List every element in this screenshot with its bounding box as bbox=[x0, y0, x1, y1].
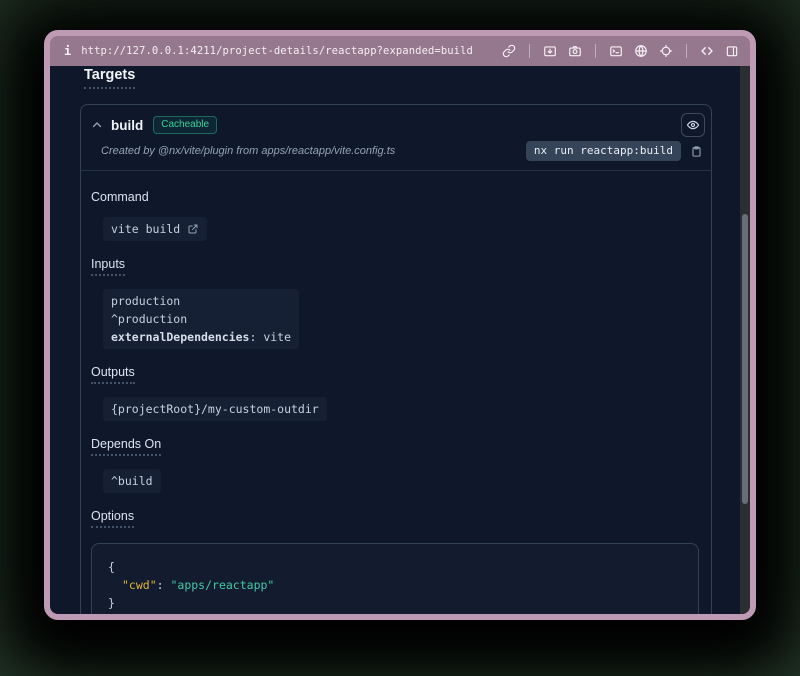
outputs-section: Outputs {projectRoot}/my-custom-outdir bbox=[91, 363, 699, 421]
cacheable-badge: Cacheable bbox=[153, 116, 217, 134]
json-value-cwd: "apps/reactapp" bbox=[170, 578, 274, 592]
created-by-row: Created by @nx/vite/plugin from apps/rea… bbox=[81, 137, 711, 171]
options-section: Options { "cwd": "apps/reactapp" } bbox=[91, 507, 699, 614]
command-section: Command vite build bbox=[91, 188, 699, 241]
depends-on-heading[interactable]: Depends On bbox=[91, 437, 161, 456]
external-deps-key: externalDependencies bbox=[111, 330, 249, 344]
split-view-icon[interactable] bbox=[724, 43, 740, 59]
toolbar-separator bbox=[686, 44, 687, 58]
toolbar-icons bbox=[501, 43, 740, 59]
target-card-build: build Cacheable Created by @nx/vite/plug… bbox=[80, 104, 712, 614]
command-value: vite build bbox=[103, 217, 207, 241]
outputs-heading[interactable]: Outputs bbox=[91, 365, 135, 384]
import-icon[interactable] bbox=[542, 43, 558, 59]
project-details-content: Targets build Cacheable Created by @nx/v… bbox=[50, 66, 740, 614]
command-text: vite build bbox=[111, 222, 180, 236]
desktop: { "browser": { "info_glyph": "i", "url":… bbox=[0, 0, 800, 676]
json-cwd-line: "cwd": "apps/reactapp" bbox=[108, 576, 682, 594]
command-heading: Command bbox=[91, 190, 149, 204]
url-text[interactable]: http://127.0.0.1:4211/project-details/re… bbox=[81, 45, 473, 57]
link-icon[interactable] bbox=[501, 43, 517, 59]
page-title: Targets bbox=[84, 67, 135, 89]
info-icon: i bbox=[64, 44, 71, 58]
input-item: production bbox=[111, 292, 291, 310]
toolbar-separator bbox=[595, 44, 596, 58]
json-close-brace: } bbox=[108, 594, 682, 612]
target-name-build: build bbox=[111, 118, 143, 133]
terminal-icon[interactable] bbox=[608, 43, 624, 59]
copy-icon[interactable] bbox=[690, 145, 703, 158]
depends-on-value: ^build bbox=[103, 469, 161, 493]
outputs-value: {projectRoot}/my-custom-outdir bbox=[103, 397, 327, 421]
build-header[interactable]: build Cacheable bbox=[81, 105, 711, 137]
inputs-list: production ^production externalDependenc… bbox=[103, 289, 299, 349]
browser-window: i http://127.0.0.1:4211/project-details/… bbox=[44, 30, 756, 620]
scrollbar[interactable] bbox=[740, 66, 750, 614]
json-colon: : bbox=[157, 578, 171, 592]
input-item-external-deps: externalDependencies: vite bbox=[111, 328, 291, 346]
camera-icon[interactable] bbox=[567, 43, 583, 59]
options-json-block: { "cwd": "apps/reactapp" } bbox=[91, 543, 699, 614]
inputs-section: Inputs production ^production externalDe… bbox=[91, 255, 699, 349]
created-by-text: Created by @nx/vite/plugin from apps/rea… bbox=[101, 145, 395, 157]
globe-icon[interactable] bbox=[633, 43, 649, 59]
scrollbar-thumb[interactable] bbox=[742, 214, 748, 504]
url-bar: i http://127.0.0.1:4211/project-details/… bbox=[50, 36, 750, 66]
chevron-up-icon[interactable] bbox=[91, 119, 103, 131]
view-target-graph-button[interactable] bbox=[681, 113, 705, 137]
external-deps-value: : vite bbox=[249, 330, 291, 344]
json-key-cwd: "cwd" bbox=[122, 578, 157, 592]
depends-on-section: Depends On ^build bbox=[91, 435, 699, 493]
input-item: ^production bbox=[111, 310, 291, 328]
page-viewport: Targets build Cacheable Created by @nx/v… bbox=[50, 66, 750, 614]
build-details: Command vite build Inputs production ^pr… bbox=[81, 171, 711, 614]
toolbar-separator bbox=[529, 44, 530, 58]
inputs-heading[interactable]: Inputs bbox=[91, 257, 125, 276]
code-icon[interactable] bbox=[699, 43, 715, 59]
json-open-brace: { bbox=[108, 558, 682, 576]
target-icon[interactable] bbox=[658, 43, 674, 59]
options-heading[interactable]: Options bbox=[91, 509, 134, 528]
run-command-chip[interactable]: nx run reactapp:build bbox=[526, 141, 681, 161]
external-link-icon[interactable] bbox=[187, 223, 199, 235]
